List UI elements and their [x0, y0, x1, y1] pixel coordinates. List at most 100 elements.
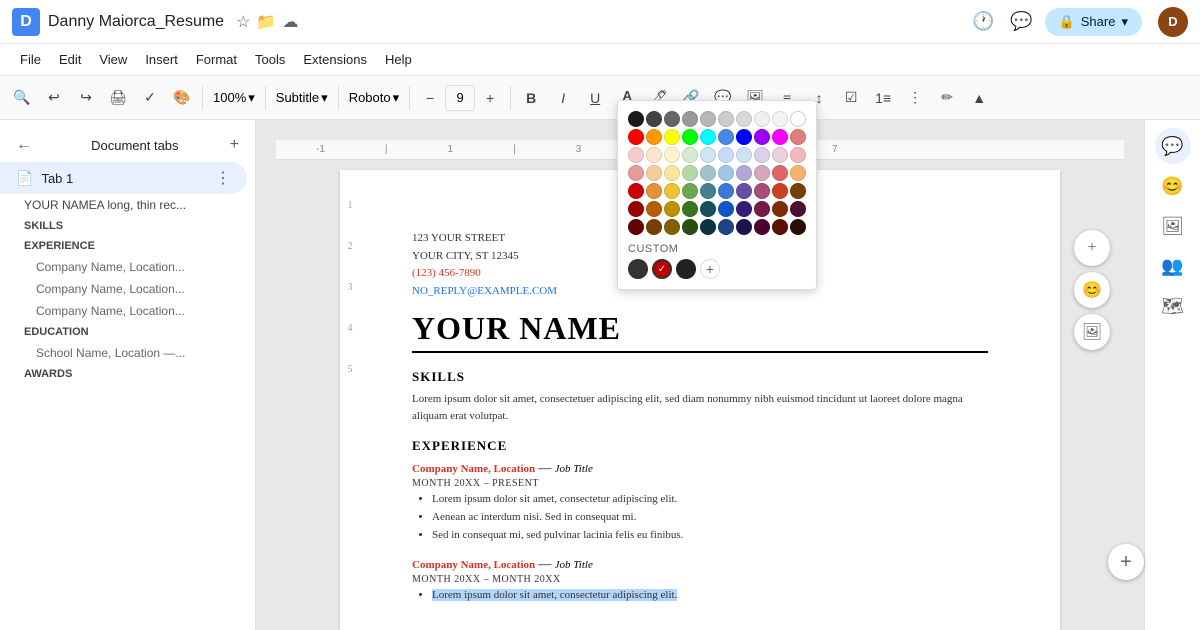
color-swatch[interactable] — [700, 147, 716, 163]
tab-more-icon[interactable]: ⋮ — [215, 168, 231, 188]
folder-icon[interactable]: 📁 — [256, 12, 276, 32]
color-swatch[interactable] — [736, 147, 752, 163]
italic-button[interactable]: I — [549, 84, 577, 112]
color-swatch[interactable] — [736, 201, 752, 217]
outline-item-7[interactable]: School Name, Location —... — [0, 342, 255, 364]
menu-tools[interactable]: Tools — [247, 48, 293, 71]
color-swatch[interactable] — [664, 219, 680, 235]
style-select[interactable]: Subtitle ▾ — [272, 88, 332, 108]
color-swatch[interactable] — [646, 219, 662, 235]
color-swatch[interactable] — [772, 219, 788, 235]
color-swatch[interactable] — [700, 129, 716, 145]
color-swatch[interactable] — [718, 165, 734, 181]
color-swatch[interactable] — [790, 183, 806, 199]
print-button[interactable]: 🖨 — [104, 84, 132, 112]
menu-help[interactable]: Help — [377, 48, 420, 71]
color-swatch[interactable] — [736, 165, 752, 181]
color-swatch[interactable] — [628, 147, 644, 163]
color-swatch[interactable] — [664, 165, 680, 181]
color-swatch[interactable] — [664, 147, 680, 163]
spell-check-button[interactable]: ✓ — [136, 84, 164, 112]
color-swatch[interactable] — [772, 147, 788, 163]
color-swatch[interactable] — [628, 129, 644, 145]
color-swatch[interactable] — [700, 201, 716, 217]
color-swatch[interactable] — [790, 111, 806, 127]
color-swatch[interactable] — [772, 201, 788, 217]
custom-swatch-3[interactable] — [676, 259, 696, 279]
color-swatch[interactable] — [628, 111, 644, 127]
outline-item-1[interactable]: SKILLS — [0, 216, 255, 236]
outline-item-3[interactable]: Company Name, Location... — [0, 256, 255, 278]
color-swatch[interactable] — [700, 111, 716, 127]
color-swatch[interactable] — [736, 219, 752, 235]
color-swatch[interactable] — [736, 183, 752, 199]
color-swatch[interactable] — [682, 201, 698, 217]
color-swatch[interactable] — [772, 111, 788, 127]
cloud-icon[interactable]: ☁ — [282, 12, 298, 32]
menu-file[interactable]: File — [12, 48, 49, 71]
color-swatch[interactable] — [700, 219, 716, 235]
color-swatch[interactable] — [628, 183, 644, 199]
custom-swatch-2[interactable]: ✓ — [652, 259, 672, 279]
color-swatch[interactable] — [754, 201, 770, 217]
color-swatch[interactable] — [628, 219, 644, 235]
color-swatch[interactable] — [718, 147, 734, 163]
color-swatch[interactable] — [754, 219, 770, 235]
custom-swatch-1[interactable] — [628, 259, 648, 279]
color-swatch[interactable] — [664, 201, 680, 217]
color-swatch[interactable] — [682, 111, 698, 127]
chat-icon[interactable]: 💬 — [1007, 7, 1037, 37]
color-swatch[interactable] — [646, 183, 662, 199]
color-swatch[interactable] — [754, 129, 770, 145]
outline-item-2[interactable]: EXPERIENCE — [0, 236, 255, 256]
color-swatch[interactable] — [772, 165, 788, 181]
menu-extensions[interactable]: Extensions — [295, 48, 375, 71]
color-swatch[interactable] — [646, 165, 662, 181]
color-swatch[interactable] — [646, 129, 662, 145]
search-button[interactable]: 🔍 — [8, 84, 36, 112]
color-swatch[interactable] — [790, 219, 806, 235]
history-icon[interactable]: 🕐 — [969, 7, 999, 37]
outline-item-6[interactable]: EDUCATION — [0, 322, 255, 342]
collapse-toolbar-button[interactable]: ▲ — [965, 84, 993, 112]
font-size-increase[interactable]: + — [476, 84, 504, 112]
add-floating-button[interactable]: + — [1108, 544, 1144, 580]
add-tab-button[interactable]: + — [230, 136, 239, 154]
color-swatch[interactable] — [754, 147, 770, 163]
redo-button[interactable]: ↪ — [72, 84, 100, 112]
color-swatch[interactable] — [682, 165, 698, 181]
color-swatch[interactable] — [718, 111, 734, 127]
color-swatch[interactable] — [682, 147, 698, 163]
color-swatch[interactable] — [754, 111, 770, 127]
color-swatch[interactable] — [628, 201, 644, 217]
color-swatch[interactable] — [646, 111, 662, 127]
zoom-select[interactable]: 100% ▾ — [209, 88, 259, 108]
color-swatch[interactable] — [790, 201, 806, 217]
right-panel-map-button[interactable]: 🗺 — [1155, 288, 1191, 324]
color-swatch[interactable] — [682, 219, 698, 235]
font-size-value[interactable]: 9 — [445, 85, 475, 111]
color-swatch[interactable] — [628, 165, 644, 181]
color-swatch[interactable] — [754, 183, 770, 199]
outline-item-0[interactable]: YOUR NAMEA long, thin rec... — [0, 194, 255, 216]
bold-button[interactable]: B — [517, 84, 545, 112]
font-size-decrease[interactable]: − — [416, 84, 444, 112]
color-swatch[interactable] — [736, 111, 752, 127]
color-swatch[interactable] — [664, 183, 680, 199]
emoji-float-button[interactable]: 😊 — [1074, 272, 1110, 308]
menu-view[interactable]: View — [91, 48, 135, 71]
checklist-button[interactable]: ☑ — [837, 84, 865, 112]
right-panel-comments-button[interactable]: 💬 — [1155, 128, 1191, 164]
font-select[interactable]: Roboto ▾ — [345, 88, 403, 108]
share-button[interactable]: 🔒 Share ▾ — [1045, 8, 1142, 36]
add-custom-color-button[interactable]: + — [700, 259, 720, 279]
star-icon[interactable]: ☆ — [236, 12, 250, 32]
menu-edit[interactable]: Edit — [51, 48, 89, 71]
more-button[interactable]: ⋮ — [901, 84, 929, 112]
right-panel-people-button[interactable]: 👥 — [1155, 248, 1191, 284]
color-swatch[interactable] — [754, 165, 770, 181]
color-swatch[interactable] — [682, 129, 698, 145]
menu-format[interactable]: Format — [188, 48, 245, 71]
color-swatch[interactable] — [718, 129, 734, 145]
outline-item-8[interactable]: AWARDS — [0, 364, 255, 384]
